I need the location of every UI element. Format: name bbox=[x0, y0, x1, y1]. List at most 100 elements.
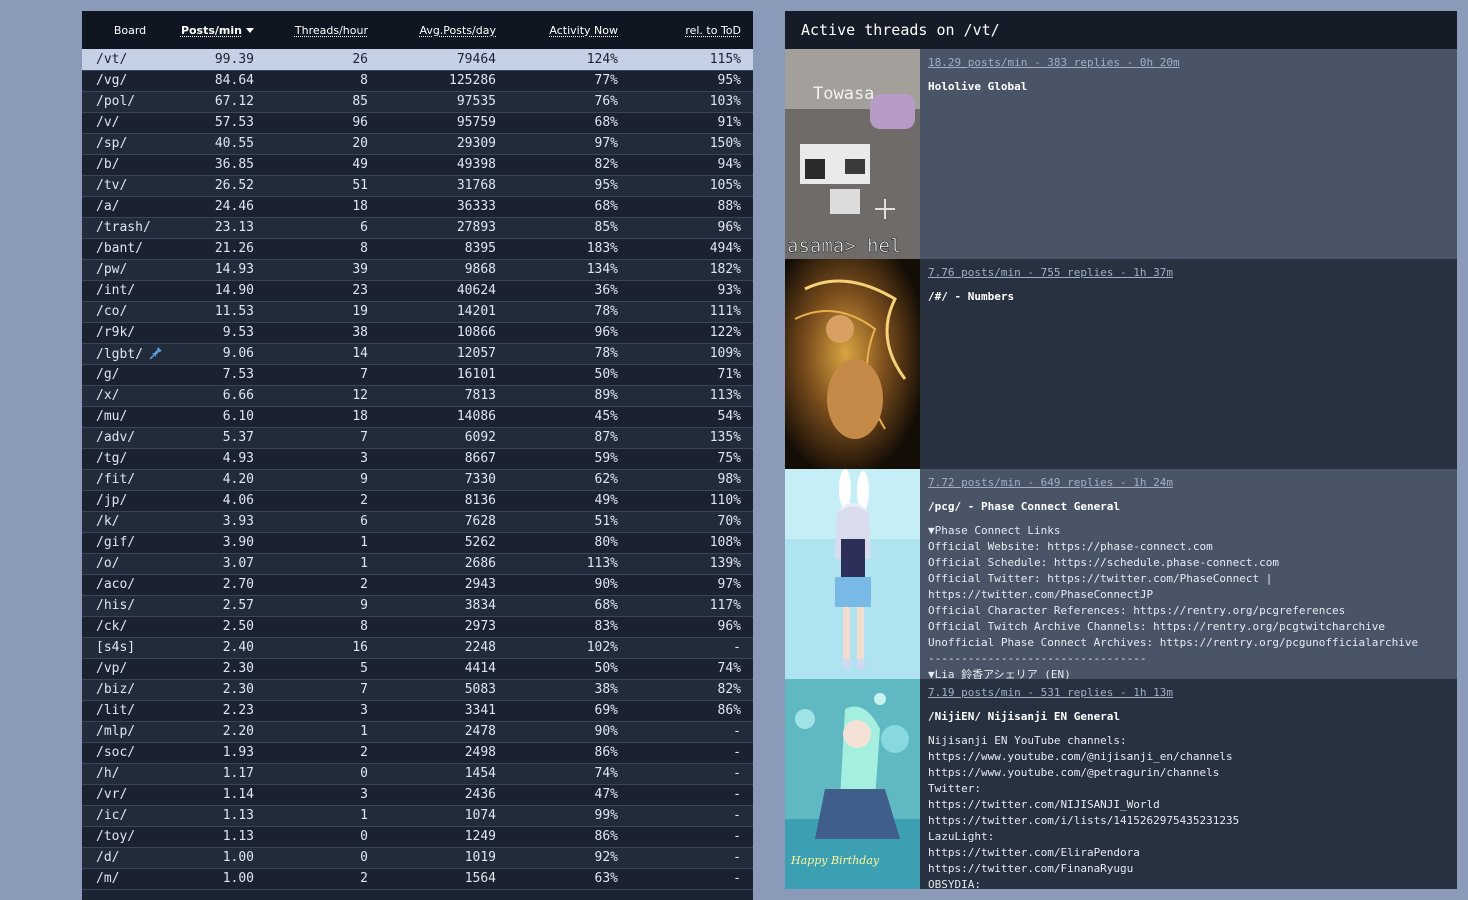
thread-thumbnail[interactable]: Happy Birthday bbox=[785, 679, 920, 889]
table-row[interactable]: /o/3.07 1 2686 113% 139% bbox=[82, 553, 753, 574]
table-row[interactable]: /tv/26.52 51 31768 95% 105% bbox=[82, 175, 753, 196]
thread-card[interactable]: 7.72 posts/min - 649 replies - 1h 24m/pc… bbox=[785, 469, 1457, 679]
table-row[interactable]: /pw/14.93 39 9868 134% 182% bbox=[82, 259, 753, 280]
table-row[interactable]: /aco/2.70 2 2943 90% 97% bbox=[82, 574, 753, 595]
board-cell[interactable]: /jp/ bbox=[82, 490, 178, 511]
board-cell[interactable]: /tv/ bbox=[82, 175, 178, 196]
thread-thumbnail[interactable] bbox=[785, 469, 920, 679]
thread-card[interactable]: 7.76 posts/min - 755 replies - 1h 37m /#/… bbox=[785, 259, 1457, 469]
table-row[interactable]: /adv/5.37 7 6092 87% 135% bbox=[82, 427, 753, 448]
board-cell[interactable]: /o/ bbox=[82, 553, 178, 574]
board-cell[interactable]: /v/ bbox=[82, 112, 178, 133]
activity-now-cell: 47% bbox=[508, 784, 630, 805]
table-row[interactable]: /mu/6.10 18 14086 45% 54% bbox=[82, 406, 753, 427]
board-cell[interactable]: /tg/ bbox=[82, 448, 178, 469]
board-cell[interactable]: /h/ bbox=[82, 763, 178, 784]
table-row[interactable]: /vt/99.39 26 79464 124% 115% bbox=[82, 49, 753, 70]
table-row[interactable]: /a/24.46 18 36333 68% 88% bbox=[82, 196, 753, 217]
table-row[interactable]: /r9k/9.53 38 10866 96% 122% bbox=[82, 322, 753, 343]
thread-thumbnail[interactable] bbox=[785, 259, 920, 469]
board-cell[interactable]: /mlp/ bbox=[82, 721, 178, 742]
table-row[interactable]: /lit/2.23 3 3341 69% 86% bbox=[82, 700, 753, 721]
header-threads-hour[interactable]: Threads/hour bbox=[266, 11, 380, 49]
header-posts-min[interactable]: Posts/min bbox=[178, 11, 266, 49]
board-cell[interactable]: /r9k/ bbox=[82, 322, 178, 343]
board-cell[interactable]: /d/ bbox=[82, 847, 178, 868]
table-row[interactable]: /jp/4.06 2 8136 49% 110% bbox=[82, 490, 753, 511]
table-row[interactable]: /pol/67.12 85 97535 76% 103% bbox=[82, 91, 753, 112]
board-cell[interactable]: /pw/ bbox=[82, 259, 178, 280]
board-cell[interactable]: /gif/ bbox=[82, 532, 178, 553]
board-cell[interactable]: /ic/ bbox=[82, 805, 178, 826]
table-row[interactable]: /vr/1.14 3 2436 47% - bbox=[82, 784, 753, 805]
table-row[interactable]: /int/14.90 23 40624 36% 93% bbox=[82, 280, 753, 301]
board-cell[interactable]: /k/ bbox=[82, 511, 178, 532]
table-row[interactable]: /g/7.53 7 16101 50% 71% bbox=[82, 364, 753, 385]
board-cell[interactable]: /int/ bbox=[82, 280, 178, 301]
board-cell[interactable]: /trash/ bbox=[82, 217, 178, 238]
table-row[interactable]: /toy/1.13 0 1249 86% - bbox=[82, 826, 753, 847]
table-row[interactable]: /gif/3.90 1 5262 80% 108% bbox=[82, 532, 753, 553]
board-cell[interactable]: /a/ bbox=[82, 196, 178, 217]
table-row[interactable]: /his/2.57 9 3834 68% 117% bbox=[82, 595, 753, 616]
table-row[interactable]: /sp/40.55 20 29309 97% 150% bbox=[82, 133, 753, 154]
board-cell[interactable]: /m/ bbox=[82, 868, 178, 889]
thread-stats-link[interactable]: 18.29 posts/min - 383 replies - 0h 20m bbox=[928, 55, 1449, 71]
board-cell[interactable]: /b/ bbox=[82, 154, 178, 175]
header-board[interactable]: Board bbox=[82, 11, 178, 49]
board-cell[interactable]: /lgbt/ bbox=[82, 343, 178, 364]
table-row[interactable]: /co/11.53 19 14201 78% 111% bbox=[82, 301, 753, 322]
board-cell[interactable]: /aco/ bbox=[82, 574, 178, 595]
board-cell[interactable]: /adv/ bbox=[82, 427, 178, 448]
thread-thumbnail[interactable]: Towasa asama> hel bbox=[785, 49, 920, 259]
board-cell[interactable]: /sp/ bbox=[82, 133, 178, 154]
table-row[interactable]: /k/3.93 6 7628 51% 70% bbox=[82, 511, 753, 532]
board-cell[interactable]: /co/ bbox=[82, 301, 178, 322]
table-row[interactable]: /tg/4.93 3 8667 59% 75% bbox=[82, 448, 753, 469]
table-row[interactable]: /x/6.66 12 7813 89% 113% bbox=[82, 385, 753, 406]
board-cell[interactable]: /ck/ bbox=[82, 616, 178, 637]
table-row[interactable]: /d/1.00 0 1019 92% - bbox=[82, 847, 753, 868]
header-activity-now[interactable]: Activity Now bbox=[508, 11, 630, 49]
header-rel-tod[interactable]: rel. to ToD bbox=[630, 11, 753, 49]
thread-card[interactable]: Happy Birthday 7.19 posts/min - 531 repl… bbox=[785, 679, 1457, 889]
board-cell[interactable]: /his/ bbox=[82, 595, 178, 616]
board-cell[interactable]: /lit/ bbox=[82, 700, 178, 721]
table-row[interactable]: /vp/2.30 5 4414 50% 74% bbox=[82, 658, 753, 679]
thread-stats-link[interactable]: 7.19 posts/min - 531 replies - 1h 13m bbox=[928, 685, 1449, 701]
board-cell[interactable]: /toy/ bbox=[82, 826, 178, 847]
board-cell[interactable]: [s4s] bbox=[82, 637, 178, 658]
board-cell[interactable]: /g/ bbox=[82, 364, 178, 385]
board-cell[interactable]: /vp/ bbox=[82, 658, 178, 679]
table-row[interactable]: /mlp/2.20 1 2478 90% - bbox=[82, 721, 753, 742]
header-avg-posts-day[interactable]: Avg.Posts/day bbox=[380, 11, 508, 49]
board-cell[interactable]: /bant/ bbox=[82, 238, 178, 259]
board-cell[interactable]: /vg/ bbox=[82, 70, 178, 91]
table-row[interactable]: /lgbt/9.06 14 12057 78% 109% bbox=[82, 343, 753, 364]
board-cell[interactable]: /fit/ bbox=[82, 469, 178, 490]
table-row[interactable]: [s4s] 2.40 16 2248 102% - bbox=[82, 637, 753, 658]
table-row[interactable]: /trash/23.13 6 27893 85% 96% bbox=[82, 217, 753, 238]
board-cell[interactable]: /vr/ bbox=[82, 784, 178, 805]
table-row[interactable]: /bant/21.26 8 8395 183% 494% bbox=[82, 238, 753, 259]
table-row[interactable]: /h/1.17 0 1454 74% - bbox=[82, 763, 753, 784]
board-cell[interactable]: /mu/ bbox=[82, 406, 178, 427]
board-cell[interactable]: /x/ bbox=[82, 385, 178, 406]
table-row[interactable]: /fit/4.20 9 7330 62% 98% bbox=[82, 469, 753, 490]
table-row[interactable]: /ic/1.13 1 1074 99% - bbox=[82, 805, 753, 826]
table-row[interactable]: /b/36.85 49 49398 82% 94% bbox=[82, 154, 753, 175]
board-cell[interactable]: /biz/ bbox=[82, 679, 178, 700]
thread-stats-link[interactable]: 7.72 posts/min - 649 replies - 1h 24m bbox=[928, 475, 1449, 491]
thread-stats-link[interactable]: 7.76 posts/min - 755 replies - 1h 37m bbox=[928, 265, 1449, 281]
board-cell[interactable]: /vt/ bbox=[82, 49, 178, 70]
table-row[interactable]: /m/1.00 2 1564 63% - bbox=[82, 868, 753, 889]
board-cell[interactable]: /pol/ bbox=[82, 91, 178, 112]
table-row[interactable]: /biz/2.30 7 5083 38% 82% bbox=[82, 679, 753, 700]
thread-card[interactable]: Towasa asama> hel 18.29 posts/min - 383 … bbox=[785, 49, 1457, 259]
table-row[interactable]: /soc/1.93 2 2498 86% - bbox=[82, 742, 753, 763]
table-row[interactable]: /v/57.53 96 95759 68% 91% bbox=[82, 112, 753, 133]
board-cell[interactable]: /soc/ bbox=[82, 742, 178, 763]
table-row[interactable]: /ck/2.50 8 2973 83% 96% bbox=[82, 616, 753, 637]
activity-now-cell: 50% bbox=[508, 364, 630, 385]
table-row[interactable]: /vg/84.64 8 125286 77% 95% bbox=[82, 70, 753, 91]
